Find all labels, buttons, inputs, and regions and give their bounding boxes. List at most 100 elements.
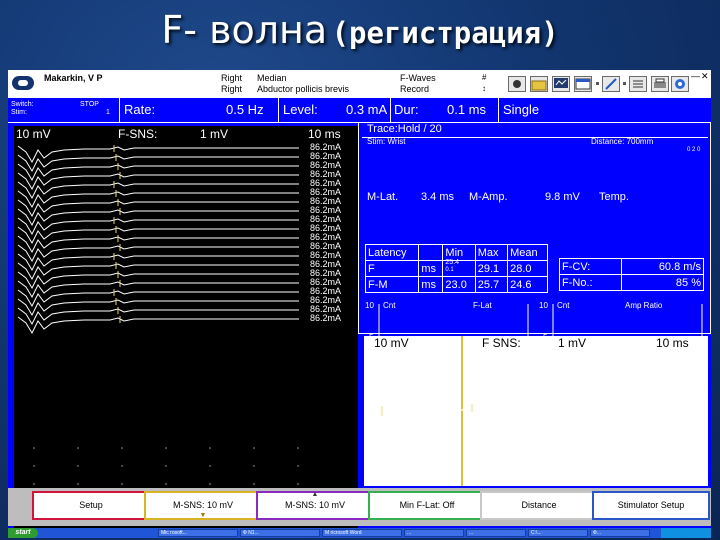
param-divider-4 <box>498 98 499 122</box>
minimize-button[interactable]: — <box>691 71 700 81</box>
grid-dot <box>77 447 79 449</box>
flag-column: # ↕ <box>482 72 486 94</box>
taskbar-item[interactable]: M ricrosoft Word <box>322 529 402 537</box>
latency-cell: 23.0 <box>442 276 476 293</box>
level-label: Level: <box>283 102 318 117</box>
cv-label: F-CV: <box>559 258 622 275</box>
m-sns-down-marker: ▼ <box>199 512 207 519</box>
cv-value: 85 % <box>620 274 705 291</box>
param-divider-1 <box>119 98 120 122</box>
close-button[interactable]: ✕ <box>701 71 709 82</box>
test-column: F-Waves Record <box>400 73 436 95</box>
rate-label: Rate: <box>124 102 156 117</box>
mamp-label: M-Amp. <box>469 191 508 203</box>
setup-button-label: Setup <box>79 500 103 510</box>
taskbar-item[interactable]: ... <box>466 529 526 537</box>
help-icon[interactable] <box>671 76 689 92</box>
hist-left-title-name: F-Lat <box>473 301 492 310</box>
taskbar-item[interactable]: Ф... <box>590 529 650 537</box>
taskbar-item[interactable]: Ф N1... <box>240 529 320 537</box>
min-f-lat-label: Min F-Lat: Off <box>399 500 455 510</box>
rate-value[interactable]: 0.5 Hz <box>226 102 264 117</box>
distance-value: Distance: 700mm <box>591 137 654 146</box>
m-sns-up-button[interactable]: ▲ M-SNS: 10 mV <box>256 491 374 520</box>
slide-title: F- волна (регистрация) <box>0 8 720 52</box>
taskbar-item[interactable]: ... <box>404 529 464 537</box>
trace-hold[interactable]: Trace:Hold / 20 <box>367 123 442 135</box>
grid-dot <box>253 483 255 485</box>
side-column: Right Right <box>221 73 242 95</box>
latency-cell: 28.0 <box>507 260 548 277</box>
latency-row: F ms 25.4 0.1 29.1 28.0 <box>364 259 548 277</box>
patient-header: Makarkin, V P Right Right Median Abducto… <box>8 70 711 98</box>
folder-icon[interactable] <box>530 76 548 92</box>
results-panel: Trace:Hold / 20 Stim: Wrist Distance: 70… <box>358 122 711 381</box>
grid-dot <box>209 447 211 449</box>
menu-dot-1 <box>596 82 599 85</box>
app-logo-icon <box>12 76 34 90</box>
monitor-icon[interactable] <box>552 76 570 92</box>
grid-dot <box>77 483 79 485</box>
nerve-name: Median <box>257 73 287 83</box>
system-tray <box>661 528 711 538</box>
latency-cell: 24.6 <box>507 276 548 293</box>
phone-icon[interactable] <box>508 76 526 92</box>
cv-table: F-CV: 60.8 m/s F-No.: 85 % <box>559 258 705 291</box>
latency-cell: F-M <box>364 276 420 293</box>
superimposed-traces <box>373 336 664 486</box>
taskbar-item[interactable]: C:\... <box>528 529 588 537</box>
dur-value[interactable]: 0.1 ms <box>447 102 486 117</box>
temp-label: Temp. <box>599 191 629 203</box>
stimulator-setup-label: Stimulator Setup <box>617 500 685 510</box>
start-button[interactable]: start <box>8 528 38 538</box>
edit-icon[interactable] <box>602 76 620 92</box>
m-sns-down-button[interactable]: ▼ M-SNS: 10 mV <box>144 491 262 520</box>
latency-cell: 25.7 <box>474 276 509 293</box>
stim-label: Stim: <box>11 109 27 116</box>
stim-value: 1 <box>106 109 110 116</box>
menu-dot-2 <box>623 82 626 85</box>
raster-trace-area: 10 mV F-SNS: 1 mV 10 ms 86.2mA 86.2mA 86.2… <box>14 126 358 536</box>
hist-right-title-name: Amp Ratio <box>625 301 663 310</box>
distance-button[interactable]: Distance <box>480 491 598 520</box>
grid-dot <box>33 483 35 485</box>
distance-label: Distance <box>521 500 557 510</box>
nerve-column: Median Abductor pollicis brevis <box>257 73 349 95</box>
level-value[interactable]: 0.3 mA <box>346 102 387 117</box>
superimposed-trace-area: 10 mV F SNS: 1 mV 10 ms <box>364 336 708 486</box>
corner-note: 0 2 0 <box>687 147 701 153</box>
mamp-value: 9.8 mV <box>545 191 580 203</box>
latency-cell: F <box>364 260 420 277</box>
latency-cell: 29.1 <box>474 260 509 277</box>
latency-header-cell <box>418 244 444 261</box>
setup-button[interactable]: Setup <box>32 491 150 520</box>
stim-mode[interactable]: Single <box>503 102 539 117</box>
grid-dot <box>77 465 79 467</box>
latency-header-cell: Mean <box>507 244 548 261</box>
cv-label: F-No.: <box>559 274 622 291</box>
latency-min-subnote: 0.1 <box>445 267 454 273</box>
test-name: F-Waves <box>400 73 436 83</box>
printer-icon[interactable] <box>651 76 669 92</box>
cv-row: F-CV: 60.8 m/s <box>559 258 705 275</box>
grid-dot <box>209 465 211 467</box>
switch-value: STOP <box>80 101 99 108</box>
min-f-lat-button[interactable]: Min F-Lat: Off <box>368 491 486 520</box>
list-icon[interactable] <box>629 76 647 92</box>
raster-traces <box>17 145 299 521</box>
latency-header-cell: Max <box>474 244 509 261</box>
dur-label: Dur: <box>394 102 419 117</box>
latency-row: F-M ms 23.0 25.7 24.6 <box>364 276 548 293</box>
window-icon[interactable] <box>574 76 592 92</box>
latency-min-cell: 25.4 0.1 <box>442 259 476 277</box>
side-2: Right <box>221 84 243 94</box>
test-mode: Record <box>400 84 430 94</box>
grid-dot <box>253 465 255 467</box>
cv-value: 60.8 m/s <box>620 258 705 275</box>
mlat-label: M-Lat. <box>367 191 399 203</box>
grid-dot <box>165 483 167 485</box>
m-sns-up-marker: ▲ <box>311 491 319 498</box>
function-button-bar: Setup ▼ M-SNS: 10 mV ▲ M-SNS: 10 mV Min … <box>8 488 711 526</box>
taskbar-item[interactable]: Mic rosoft... <box>158 529 238 537</box>
stimulator-setup-button[interactable]: Stimulator Setup <box>592 491 710 520</box>
